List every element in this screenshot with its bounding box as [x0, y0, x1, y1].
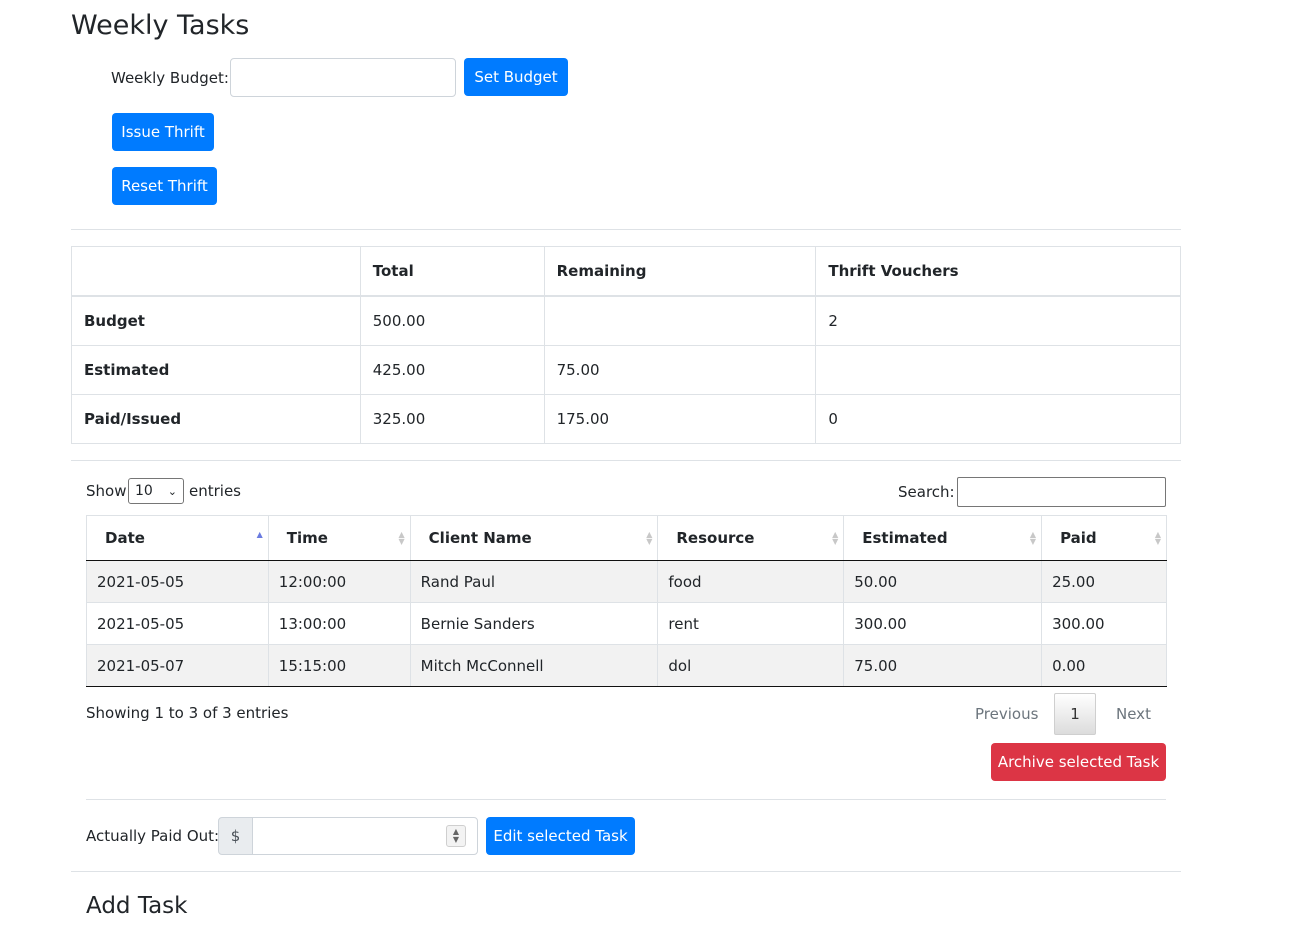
summary-row-label: Estimated	[71, 345, 361, 395]
pagination-page-1[interactable]: 1	[1054, 693, 1096, 735]
cell-client-name: Bernie Sanders	[409, 602, 659, 645]
summary-header-row: Total Remaining Thrift Vouchers	[71, 246, 1181, 297]
column-label: Estimated	[862, 529, 948, 547]
column-header-paid[interactable]: Paid ▲ ▼	[1041, 515, 1167, 561]
cell-estimated: 75.00	[843, 644, 1043, 687]
add-task-heading: Add Task	[86, 893, 188, 919]
reset-thrift-button[interactable]: Reset Thrift	[112, 167, 217, 205]
tasks-header-row: Date ▲▼ Time ▲▼ Client Name ▲▼ Resource ▲▼ E…	[86, 515, 1167, 561]
paid-out-label: Actually Paid Out:	[86, 827, 220, 845]
summary-row-budget: Budget 500.00 2	[71, 295, 1181, 346]
divider	[71, 229, 1181, 230]
cell-resource: food	[657, 560, 845, 603]
table-row[interactable]: 2021-05-05 13:00:00 Bernie Sanders rent …	[86, 602, 1167, 645]
summary-row-label: Paid/Issued	[71, 394, 361, 444]
divider	[71, 460, 1181, 461]
summary-cell-vouchers: 0	[815, 394, 1181, 444]
summary-cell-total: 325.00	[359, 394, 545, 444]
table-row[interactable]: 2021-05-05 12:00:00 Rand Paul food 50.00…	[86, 560, 1167, 603]
issue-thrift-button[interactable]: Issue Thrift	[112, 113, 214, 151]
column-header-resource[interactable]: Resource ▲ ▼	[657, 515, 845, 561]
column-label: Client Name	[428, 529, 532, 547]
spinner-arrows-icon[interactable]: ▲ ▼	[446, 825, 466, 847]
column-label: Time	[286, 529, 328, 547]
table-row[interactable]: 2021-05-07 15:15:00 Mitch McConnell dol …	[86, 644, 1167, 687]
summary-cell-vouchers: 2	[815, 295, 1181, 346]
chevron-down-icon: ⌄	[167, 484, 177, 498]
divider	[71, 871, 1181, 872]
sort-arrows-icon: ▲▼	[1029, 530, 1037, 546]
divider	[86, 799, 1166, 800]
search-input[interactable]	[957, 477, 1166, 507]
entries-label: entries	[189, 482, 241, 500]
sort-arrows-icon: ▲▼	[256, 530, 263, 539]
cell-time: 15:15:00	[267, 644, 411, 687]
column-label: Resource	[676, 529, 755, 547]
summary-cell-total: 500.00	[359, 295, 545, 346]
cell-date: 2021-05-05	[86, 560, 269, 603]
search-label: Search:	[898, 483, 955, 501]
column-label: Paid	[1060, 529, 1097, 547]
summary-header-blank	[71, 246, 361, 297]
cell-estimated: 50.00	[843, 560, 1043, 603]
cell-paid: 300.00	[1041, 602, 1167, 645]
column-header-date[interactable]: Date ▲▼	[86, 515, 269, 561]
table-info: Showing 1 to 3 of 3 entries	[86, 704, 289, 722]
entries-length-select[interactable]: 10 ⌄	[128, 478, 184, 504]
sort-arrows-icon: ▲▼	[398, 530, 405, 546]
cell-resource: dol	[657, 644, 845, 687]
cell-time: 13:00:00	[267, 602, 411, 645]
cell-resource: rent	[657, 602, 845, 645]
summary-header-total: Total	[359, 246, 545, 297]
summary-cell-vouchers	[815, 345, 1181, 395]
currency-prefix: $	[218, 817, 253, 855]
paid-out-input[interactable]	[252, 817, 478, 855]
page-title: Weekly Tasks	[71, 10, 250, 41]
cell-date: 2021-05-05	[86, 602, 269, 645]
sort-arrows-icon: ▲▼	[1154, 530, 1161, 546]
tasks-table: Date ▲▼ Time ▲▼ Client Name ▲▼ Resource ▲▼ E…	[86, 515, 1167, 687]
cell-client-name: Mitch McConnell	[409, 644, 659, 687]
weekly-budget-label: Weekly Budget:	[111, 69, 229, 87]
summary-header-remaining: Remaining	[543, 246, 817, 297]
cell-estimated: 300.00	[843, 602, 1043, 645]
weekly-budget-input[interactable]	[230, 58, 456, 97]
sort-arrows-icon: ▲▼	[832, 530, 839, 546]
cell-paid: 25.00	[1041, 560, 1167, 603]
summary-row-label: Budget	[71, 295, 361, 346]
sort-arrows-icon: ▲▼	[646, 530, 653, 546]
summary-row-paid: Paid/Issued 325.00 175.00 0	[71, 394, 1181, 444]
summary-cell-remaining: 175.00	[543, 394, 817, 444]
summary-header-vouchers: Thrift Vouchers	[815, 246, 1181, 297]
show-label: Show	[86, 482, 127, 500]
summary-cell-remaining	[543, 295, 817, 346]
summary-row-estimated: Estimated 425.00 75.00	[71, 345, 1181, 395]
cell-client-name: Rand Paul	[409, 560, 659, 603]
pagination-next[interactable]: Next	[1116, 705, 1151, 723]
cell-time: 12:00:00	[267, 560, 411, 603]
cell-paid: 0.00	[1041, 644, 1167, 687]
entries-length-value: 10	[135, 483, 153, 499]
summary-cell-remaining: 75.00	[543, 345, 817, 395]
summary-cell-total: 425.00	[359, 345, 545, 395]
pagination-previous[interactable]: Previous	[975, 705, 1038, 723]
column-header-estimated[interactable]: Estimated ▲ ▼	[843, 515, 1043, 561]
archive-task-button[interactable]: Archive selected Task	[991, 743, 1166, 781]
summary-table: Total Remaining Thrift Vouchers Budget 5…	[71, 246, 1181, 444]
column-header-client-name[interactable]: Client Name ▲ ▼	[409, 515, 659, 561]
column-header-time[interactable]: Time ▲ ▼	[267, 515, 411, 561]
set-budget-button[interactable]: Set Budget	[464, 58, 568, 96]
edit-task-button[interactable]: Edit selected Task	[486, 817, 635, 855]
cell-date: 2021-05-07	[86, 644, 269, 687]
column-label: Date	[105, 529, 145, 547]
